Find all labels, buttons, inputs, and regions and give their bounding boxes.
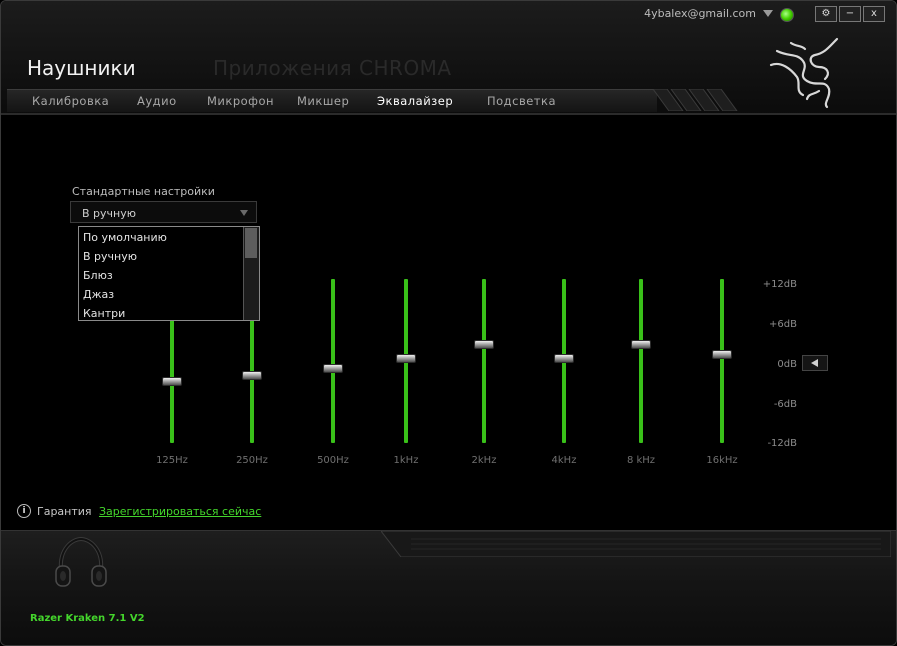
account-email[interactable]: 4ybalex@gmail.com <box>644 7 756 20</box>
warranty-label: Гарантия <box>37 505 92 518</box>
headset-icon[interactable] <box>53 536 109 590</box>
header-divider <box>1 113 896 115</box>
preset-option-manual[interactable]: В ручную <box>83 250 137 263</box>
eq-slider-knob[interactable] <box>474 340 494 349</box>
eq-slider-knob[interactable] <box>712 350 732 360</box>
settings-button[interactable]: ⚙ <box>815 6 837 22</box>
preset-option-jazz[interactable]: Джаз <box>83 288 114 301</box>
chevron-down-icon <box>240 210 248 216</box>
window-controls: ⚙ − x <box>813 6 885 22</box>
online-status-icon <box>780 8 794 22</box>
reset-eq-button[interactable] <box>802 355 828 371</box>
eq-slider-knob[interactable] <box>323 363 343 373</box>
eq-slider-track[interactable] <box>331 279 335 443</box>
eq-band-label: 2kHz <box>471 455 497 466</box>
dropdown-scrollbar[interactable] <box>243 227 259 320</box>
page-title: Наушники <box>27 56 136 80</box>
eq-slider-knob[interactable] <box>396 353 416 363</box>
preset-selected-value: В ручную <box>82 207 136 220</box>
tab-lighting[interactable]: Подсветка <box>487 94 556 108</box>
eq-band-label: 1kHz <box>393 455 419 466</box>
register-now-link[interactable]: Зарегистрироваться сейчас <box>99 505 261 518</box>
preset-dropdown-list: По умолчанию В ручную Блюз Джаз Кантри <box>78 226 260 321</box>
eq-band-label: 4kHz <box>551 455 577 466</box>
db-label-minus12: -12dB <box>767 438 797 449</box>
db-label-plus6: +6dB <box>769 319 797 330</box>
tab-calibration[interactable]: Калибровка <box>32 94 109 108</box>
eq-slider-knob[interactable] <box>554 353 574 363</box>
eq-slider-track[interactable] <box>639 279 643 443</box>
preset-label: Стандартные настройки <box>72 185 215 198</box>
db-label-zero: 0dB <box>777 359 797 370</box>
eq-slider-track[interactable] <box>720 279 724 443</box>
dropdown-scrollbar-thumb[interactable] <box>245 228 257 258</box>
eq-slider-track[interactable] <box>482 279 486 443</box>
tab-microphone[interactable]: Микрофон <box>207 94 274 108</box>
preset-option-blues[interactable]: Блюз <box>83 269 113 282</box>
eq-band-label: 250Hz <box>236 455 268 466</box>
db-label-minus6: -6dB <box>773 399 797 410</box>
eq-slider-knob[interactable] <box>162 377 182 387</box>
eq-band-label: 500Hz <box>317 455 349 466</box>
tab-bar-decoration <box>653 89 738 111</box>
chroma-apps-link[interactable]: Приложения CHROMA <box>213 56 452 80</box>
device-name: Razer Kraken 7.1 V2 <box>30 613 145 624</box>
db-label-plus12: +12dB <box>762 279 797 290</box>
preset-option-country[interactable]: Кантри <box>83 307 125 320</box>
eq-band-label: 8 kHz <box>626 455 656 466</box>
eq-band-label: 16kHz <box>706 455 738 466</box>
tab-equalizer[interactable]: Эквалайзер <box>377 94 453 108</box>
eq-slider-knob[interactable] <box>631 340 651 349</box>
preset-option-default[interactable]: По умолчанию <box>83 231 167 244</box>
tab-audio[interactable]: Аудио <box>137 94 177 108</box>
eq-band-label: 125Hz <box>156 455 188 466</box>
arrow-left-icon <box>811 359 818 367</box>
footer-decoration <box>381 531 891 557</box>
preset-select[interactable]: В ручную <box>70 201 257 223</box>
tab-mixer[interactable]: Микшер <box>297 94 349 108</box>
info-icon: i <box>17 504 31 518</box>
account-dropdown-icon[interactable] <box>763 10 773 17</box>
app-window: 4ybalex@gmail.com ⚙ − x Наушники Приложе… <box>0 0 897 646</box>
razer-logo-icon <box>769 37 839 109</box>
close-button[interactable]: x <box>863 6 885 22</box>
eq-slider-knob[interactable] <box>242 370 262 380</box>
minimize-button[interactable]: − <box>839 6 861 22</box>
